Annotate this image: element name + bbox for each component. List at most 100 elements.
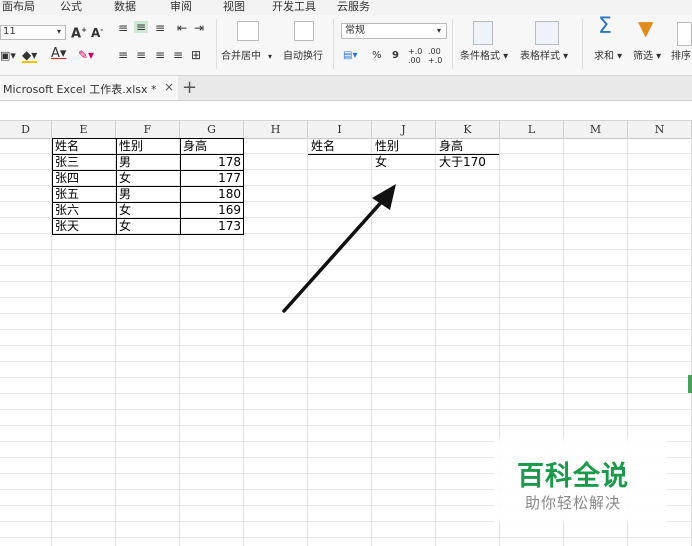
- table-border: [52, 138, 53, 235]
- formula-bar-area: [0, 101, 692, 120]
- table-style-icon[interactable]: [535, 21, 559, 45]
- cell-gender[interactable]: 男: [119, 186, 131, 202]
- criteria-header-gender[interactable]: 性别: [375, 138, 399, 154]
- currency-icon[interactable]: ▤▾: [343, 50, 357, 62]
- cell-gender[interactable]: 女: [119, 202, 131, 218]
- table-border: [180, 138, 181, 235]
- increase-decimal-icon[interactable]: +.0.00: [408, 47, 422, 65]
- column-header-e[interactable]: E: [52, 121, 116, 138]
- align-center-icon[interactable]: ≡: [136, 49, 146, 61]
- decrease-indent-icon[interactable]: ⇤: [177, 22, 187, 34]
- column-header-j[interactable]: J: [372, 121, 436, 138]
- table-border: [52, 138, 243, 139]
- column-header-h[interactable]: H: [244, 121, 308, 138]
- column-header-f[interactable]: F: [116, 121, 180, 138]
- cell-name[interactable]: 张六: [55, 202, 79, 218]
- document-tab[interactable]: Microsoft Excel 工作表.xlsx * ×: [0, 76, 178, 100]
- cell-height[interactable]: 169: [183, 202, 241, 218]
- increase-font-icon[interactable]: A+: [71, 24, 87, 40]
- criteria-gender-value[interactable]: 女: [375, 154, 387, 170]
- conditional-format-button[interactable]: 条件格式 ▾: [460, 51, 508, 63]
- menu-page-layout[interactable]: 面布局: [2, 0, 35, 14]
- vertical-scrollbar-thumb[interactable]: [688, 375, 692, 393]
- watermark-title: 百科全说: [517, 461, 629, 492]
- number-format-value: 常规: [345, 25, 365, 36]
- criteria-header-height[interactable]: 身高: [439, 138, 463, 154]
- chevron-down-icon[interactable]: ▾: [268, 51, 272, 63]
- header-height[interactable]: 身高: [183, 138, 207, 154]
- justify-icon[interactable]: ≡: [173, 49, 183, 61]
- cell-name[interactable]: 张天: [55, 218, 79, 234]
- sort-button[interactable]: 排序: [671, 51, 691, 63]
- cell-gender[interactable]: 男: [119, 154, 131, 170]
- menu-review[interactable]: 审阅: [170, 0, 192, 14]
- border-icon[interactable]: ▣▾: [0, 50, 16, 62]
- table-style-button[interactable]: 表格样式 ▾: [520, 51, 568, 63]
- header-gender[interactable]: 性别: [119, 138, 143, 154]
- number-format-select[interactable]: 常规 ▾: [341, 23, 447, 39]
- ribbon-toolbar: 11 ▾ A+ A- ≡ ≡ ≡ ⇤ ⇥ ▣▾ ◆▾ A▾ ✎▾ ≡ ≡ ≡ ≡…: [0, 15, 692, 76]
- clear-format-icon[interactable]: ✎▾: [78, 49, 94, 61]
- column-header-l[interactable]: L: [500, 121, 564, 138]
- column-header-d[interactable]: D: [0, 121, 52, 138]
- font-size-select[interactable]: 11 ▾: [0, 25, 66, 40]
- decrease-decimal-icon[interactable]: .00 +.0: [428, 47, 442, 65]
- column-header-i[interactable]: I: [308, 121, 372, 138]
- align-top-icon[interactable]: ≡: [118, 22, 128, 34]
- cell-height[interactable]: 173: [183, 218, 241, 234]
- wrap-text-button[interactable]: 自动换行: [283, 51, 323, 63]
- ribbon-divider: [333, 19, 334, 69]
- add-tab-icon[interactable]: +: [182, 77, 197, 98]
- menu-formulas[interactable]: 公式: [60, 0, 82, 14]
- distribute-icon[interactable]: ⊞: [191, 49, 201, 61]
- cell-name[interactable]: 张三: [55, 154, 79, 170]
- merge-center-icon[interactable]: [237, 21, 259, 41]
- menu-cloud-services[interactable]: 云服务: [337, 0, 370, 14]
- cell-name[interactable]: 张五: [55, 186, 79, 202]
- wrap-text-icon[interactable]: [294, 21, 314, 41]
- column-header-n[interactable]: N: [628, 121, 692, 138]
- align-right-icon[interactable]: ≡: [155, 49, 165, 61]
- menu-view[interactable]: 视图: [223, 0, 245, 14]
- ribbon-divider: [216, 19, 217, 69]
- decrease-font-icon[interactable]: A-: [91, 24, 103, 39]
- fill-color-icon[interactable]: ◆▾: [22, 49, 38, 63]
- cell-gender[interactable]: 女: [119, 170, 131, 186]
- column-header-row: D E F G H I J K L M N: [0, 120, 692, 139]
- cell-name[interactable]: 张四: [55, 170, 79, 186]
- sum-label: 求和: [594, 51, 614, 62]
- chevron-down-icon: ▾: [437, 26, 442, 35]
- filter-icon[interactable]: ▼: [638, 18, 653, 38]
- align-bottom-icon[interactable]: ≡: [155, 22, 165, 34]
- criteria-header-name[interactable]: 姓名: [311, 138, 335, 154]
- comma-button[interactable]: 9: [392, 50, 399, 62]
- filter-label: 筛选: [633, 51, 653, 62]
- cell-gender[interactable]: 女: [119, 218, 131, 234]
- merge-center-button[interactable]: 合并居中: [221, 51, 261, 63]
- menu-developer-tools[interactable]: 开发工具: [272, 0, 316, 14]
- ribbon-divider: [582, 19, 583, 69]
- sum-button[interactable]: 求和 ▾: [594, 51, 622, 63]
- filter-button[interactable]: 筛选 ▾: [633, 51, 661, 63]
- menu-data[interactable]: 数据: [114, 0, 136, 14]
- close-icon[interactable]: ×: [164, 80, 174, 94]
- sum-icon[interactable]: Σ: [598, 16, 612, 38]
- cell-height[interactable]: 177: [183, 170, 241, 186]
- header-name[interactable]: 姓名: [55, 138, 79, 154]
- font-color-icon[interactable]: A▾: [51, 47, 66, 60]
- cell-height[interactable]: 180: [183, 186, 241, 202]
- align-middle-icon[interactable]: ≡: [134, 21, 149, 33]
- sort-icon[interactable]: [677, 22, 692, 46]
- document-tab-label: Microsoft Excel 工作表.xlsx *: [3, 83, 157, 96]
- table-border: [243, 138, 244, 235]
- increase-indent-icon[interactable]: ⇥: [194, 22, 204, 34]
- percent-button[interactable]: %: [372, 50, 382, 62]
- column-header-g[interactable]: G: [180, 121, 244, 138]
- cell-height[interactable]: 178: [183, 154, 241, 170]
- column-header-k[interactable]: K: [436, 121, 500, 138]
- column-header-m[interactable]: M: [564, 121, 628, 138]
- criteria-height-value[interactable]: 大于170: [439, 154, 486, 170]
- document-tab-bar: Microsoft Excel 工作表.xlsx * × +: [0, 76, 692, 101]
- conditional-format-icon[interactable]: [473, 21, 493, 45]
- align-left-icon[interactable]: ≡: [118, 49, 128, 61]
